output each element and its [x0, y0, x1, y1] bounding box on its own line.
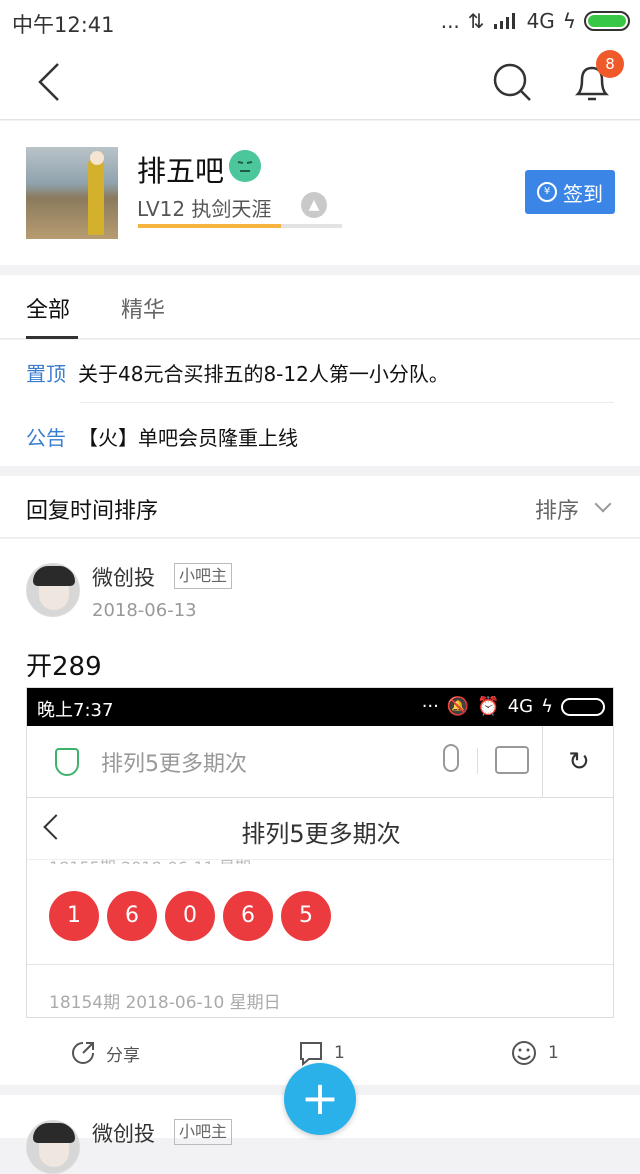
coin-icon: ¥	[537, 182, 557, 202]
post-date: 2018-06-13	[92, 600, 197, 621]
camera-icon	[495, 746, 529, 774]
share-icon	[72, 1042, 94, 1064]
embed-page-header: 排列5更多期次	[27, 798, 613, 860]
mute-icon: 🔕	[446, 696, 470, 717]
sort-label: 回复时间排序	[26, 499, 159, 524]
pinned-tag: 置顶	[26, 362, 66, 386]
embed-status-bar: 晚上7:37 ··· 🔕 ⏰ 4G ϟ	[27, 688, 613, 726]
share-label: 分享	[106, 1045, 140, 1066]
role-badge: 小吧主	[174, 563, 233, 589]
face-emoji-icon	[229, 150, 261, 182]
tab-bar	[0, 275, 640, 339]
announcement-tag: 公告	[26, 426, 66, 450]
announcement-text: 【火】单吧会员隆重上线	[78, 426, 298, 450]
embed-search-text: 排列5更多期次	[101, 752, 247, 777]
active-tab-indicator	[26, 336, 78, 339]
level-progress-bar	[138, 224, 342, 228]
signin-button[interactable]: ¥ 签到	[525, 170, 615, 214]
embed-charge-icon: ϟ	[541, 696, 553, 717]
author-name[interactable]: 微创投	[92, 1118, 155, 1148]
back-icon[interactable]	[36, 62, 64, 102]
pinned-text: 关于48元合买排五的8-12人第一小分队。	[78, 362, 449, 386]
status-time: 中午12:41	[12, 13, 115, 37]
comment-count: 1	[334, 1043, 345, 1063]
embed-dots-icon: ···	[421, 696, 439, 717]
like-count: 1	[548, 1043, 559, 1063]
create-post-button[interactable]: +	[284, 1063, 356, 1135]
lottery-ball: 1	[49, 891, 99, 941]
embed-cut-row: 18155期 2018-06-11 星期一	[49, 854, 267, 864]
embed-search-bar: 排列5更多期次 ↻	[27, 726, 613, 798]
tab-all[interactable]: 全部	[26, 292, 70, 324]
like-button[interactable]: 1	[510, 1040, 559, 1066]
forum-title: 排五吧	[137, 154, 225, 188]
alarm-icon: ⏰	[477, 696, 500, 717]
pinned-item[interactable]: 置顶 关于48元合买排五的8-12人第一小分队。	[26, 358, 449, 387]
lottery-ball: 6	[107, 891, 157, 941]
signin-label: 签到	[563, 181, 603, 206]
embed-next-row: 18154期 2018-06-10 星期日	[49, 993, 281, 1013]
mic-icon	[443, 744, 459, 772]
author-name[interactable]: 微创投	[92, 562, 155, 592]
data-arrows-icon: ⇅	[467, 9, 485, 33]
lottery-ball: 5	[281, 891, 331, 941]
post-image[interactable]: 晚上7:37 ··· 🔕 ⏰ 4G ϟ 排列5更多期次 ↻ 排列5更多期次 18…	[26, 687, 614, 1018]
share-button[interactable]: 分享	[70, 1040, 140, 1066]
sort-button[interactable]: 排序	[535, 493, 579, 525]
lottery-ball: 6	[223, 891, 273, 941]
tab-featured[interactable]: 精华	[121, 292, 165, 324]
search-icon[interactable]	[492, 62, 532, 102]
notification-badge: 8	[596, 50, 624, 78]
rocket-icon[interactable]: ▲	[301, 192, 327, 218]
battery-icon	[584, 11, 630, 31]
member-level: LV12 执剑天涯	[137, 197, 272, 221]
more-dots-icon: ...	[440, 9, 460, 33]
shield-icon	[55, 748, 79, 776]
embed-time: 晚上7:37	[37, 700, 114, 721]
divider	[80, 402, 614, 403]
signal-icon	[493, 13, 515, 29]
embed-battery-icon	[561, 697, 605, 716]
charging-icon: ϟ	[562, 9, 576, 33]
status-icons: ... ⇅ 4G ϟ	[441, 9, 630, 33]
avatar[interactable]	[26, 1120, 80, 1174]
lottery-balls: 1 6 0 6 5	[49, 891, 331, 941]
status-bar: 中午12:41 ... ⇅ 4G ϟ	[0, 0, 640, 44]
lottery-ball: 0	[165, 891, 215, 941]
announcement-item[interactable]: 公告 【火】单吧会员隆重上线	[26, 422, 298, 451]
refresh-icon: ↻	[542, 726, 613, 798]
avatar[interactable]	[26, 563, 80, 617]
role-badge: 小吧主	[174, 1119, 233, 1145]
like-face-icon	[512, 1041, 536, 1065]
network-type: 4G	[526, 9, 555, 33]
top-nav	[0, 44, 640, 120]
post-body: 开289	[26, 652, 102, 682]
embed-page-title: 排列5更多期次	[241, 820, 401, 848]
forum-cover-image	[26, 147, 118, 239]
embed-net: 4G	[507, 696, 534, 717]
